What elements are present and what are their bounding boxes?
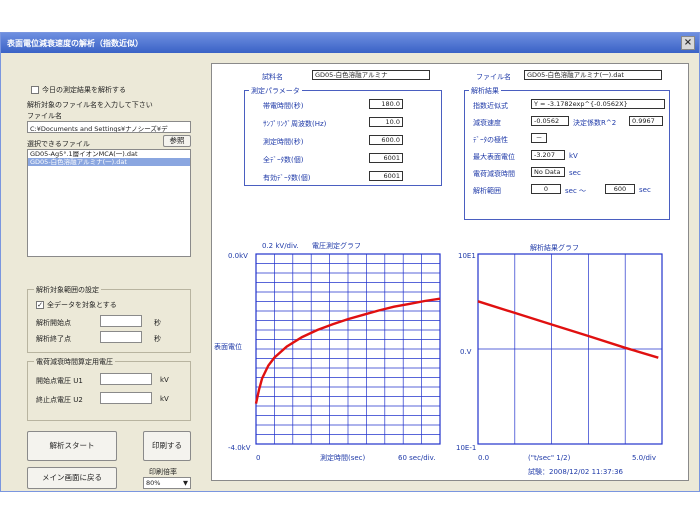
chart2-x-right-label: 5.0/div	[632, 454, 656, 462]
all-data-label: 全データを対象とする	[47, 301, 117, 309]
range-group: 解析対象範囲の設定 ✓ 全データを対象とする 解析開始点 秒 解析終了点 秒	[27, 285, 191, 353]
start-analysis-button[interactable]: 解析スタート	[27, 431, 117, 461]
end-point-input[interactable]	[100, 331, 142, 343]
chart2-title: 解析結果グラフ	[530, 243, 579, 252]
range-group-title: 解析対象範囲の設定	[34, 285, 101, 295]
volt-unit-1: kV	[160, 376, 169, 384]
chart1-scale-label: 0.2 kV/div.	[262, 242, 299, 250]
title-bar: 表面電位減衰速度の解析（指数近似） ×	[1, 33, 699, 53]
chart2-y-bottom-label: 10E-1	[456, 444, 476, 452]
chart2-y-top-label: 10E1	[458, 252, 476, 260]
chart1-x-left-label: 0	[256, 454, 260, 462]
test-date: 試験：2008/12/02 11:37:36	[528, 467, 624, 476]
voltage-group-title: 電荷減衰時間算定用電圧	[34, 357, 115, 367]
result-display-panel: 試料名 GD05-白色溶融アルミナ ファイル名 GD05-白色溶融アルミナ(一)…	[211, 63, 689, 481]
voltage-chart: 0.2 kV/div. 電圧測定グラフ 0.0kV -4.0kV 表面電位 0 …	[214, 241, 441, 462]
print-button[interactable]: 印刷する	[143, 431, 191, 461]
print-scale-value: 80%	[146, 479, 161, 487]
chart2-y-mid-label: 0.V	[460, 348, 472, 356]
filename-label: ファイル名	[27, 112, 62, 120]
voltage-group: 電荷減衰時間算定用電圧 開始点電圧 U1 kV 終止点電圧 U2 kV	[27, 357, 191, 421]
file-list-item[interactable]: GD05-Ag5°.1層イオンMCA(一).dat	[28, 150, 190, 158]
chart1-ylabel: 表面電位	[214, 342, 242, 351]
analyze-today-option[interactable]: 今日の測定結果を解析する	[31, 85, 126, 95]
seconds-unit-1: 秒	[154, 319, 161, 327]
charts-svg: 0.2 kV/div. 電圧測定グラフ 0.0kV -4.0kV 表面電位 0 …	[214, 241, 663, 476]
left-panel: 今日の測定結果を解析する 解析対象のファイル名を入力して下さい ファイル名 C:…	[1, 53, 201, 491]
return-main-button[interactable]: メイン画面に戻る	[27, 467, 117, 489]
analyze-today-label: 今日の測定結果を解析する	[42, 86, 126, 94]
chevron-down-icon[interactable]: ▼	[183, 479, 188, 487]
analysis-window: 表面電位減衰速度の解析（指数近似） × 今日の測定結果を解析する 解析対象のファ…	[0, 32, 700, 492]
print-scale-label: 印刷倍率	[149, 468, 177, 476]
chart2-x-left-label: 0.0	[478, 454, 489, 462]
end-voltage-input[interactable]	[100, 392, 152, 404]
print-scale-select[interactable]: 80% ▼	[143, 477, 191, 489]
close-icon[interactable]: ×	[681, 36, 695, 50]
selectable-files-label: 選択できるファイル	[27, 140, 90, 148]
all-data-checkbox[interactable]: ✓	[36, 301, 44, 309]
end-voltage-label: 終止点電圧 U2	[36, 396, 83, 404]
chart1-x-right-label: 60 sec/div.	[398, 454, 436, 462]
chart1-xlabel: 測定時間(sec)	[320, 453, 366, 462]
analysis-chart: 解析結果グラフ 10E1 0.V 10E-1 0.0 ("t/sec" 1/2)…	[456, 243, 663, 462]
chart1-y-bottom-label: -4.0kV	[228, 444, 251, 452]
start-voltage-label: 開始点電圧 U1	[36, 377, 83, 385]
start-point-input[interactable]	[100, 315, 142, 327]
start-voltage-input[interactable]	[100, 373, 152, 385]
input-prompt: 解析対象のファイル名を入力して下さい	[27, 101, 153, 109]
chart2-x-mid-label: ("t/sec" 1/2)	[528, 454, 571, 462]
file-listbox[interactable]: GD05-Ag5°.1層イオンMCA(一).dat GD05-白色溶融アルミナ(…	[27, 149, 191, 257]
start-point-label: 解析開始点	[36, 319, 71, 327]
end-point-label: 解析終了点	[36, 335, 71, 343]
chart1-y-top-label: 0.0kV	[228, 252, 248, 260]
file-list-item-selected[interactable]: GD05-白色溶融アルミナ(一).dat	[28, 158, 190, 166]
volt-unit-2: kV	[160, 395, 169, 403]
all-data-option[interactable]: ✓ 全データを対象とする	[36, 300, 117, 310]
window-title: 表面電位減衰速度の解析（指数近似）	[7, 39, 143, 48]
browse-button[interactable]: 参照	[163, 135, 191, 147]
filename-input[interactable]: C:¥Documents and Settings¥ナノシーズ¥デ	[27, 121, 191, 133]
chart1-title: 電圧測定グラフ	[312, 241, 361, 250]
analyze-today-checkbox[interactable]	[31, 86, 39, 94]
seconds-unit-2: 秒	[154, 335, 161, 343]
